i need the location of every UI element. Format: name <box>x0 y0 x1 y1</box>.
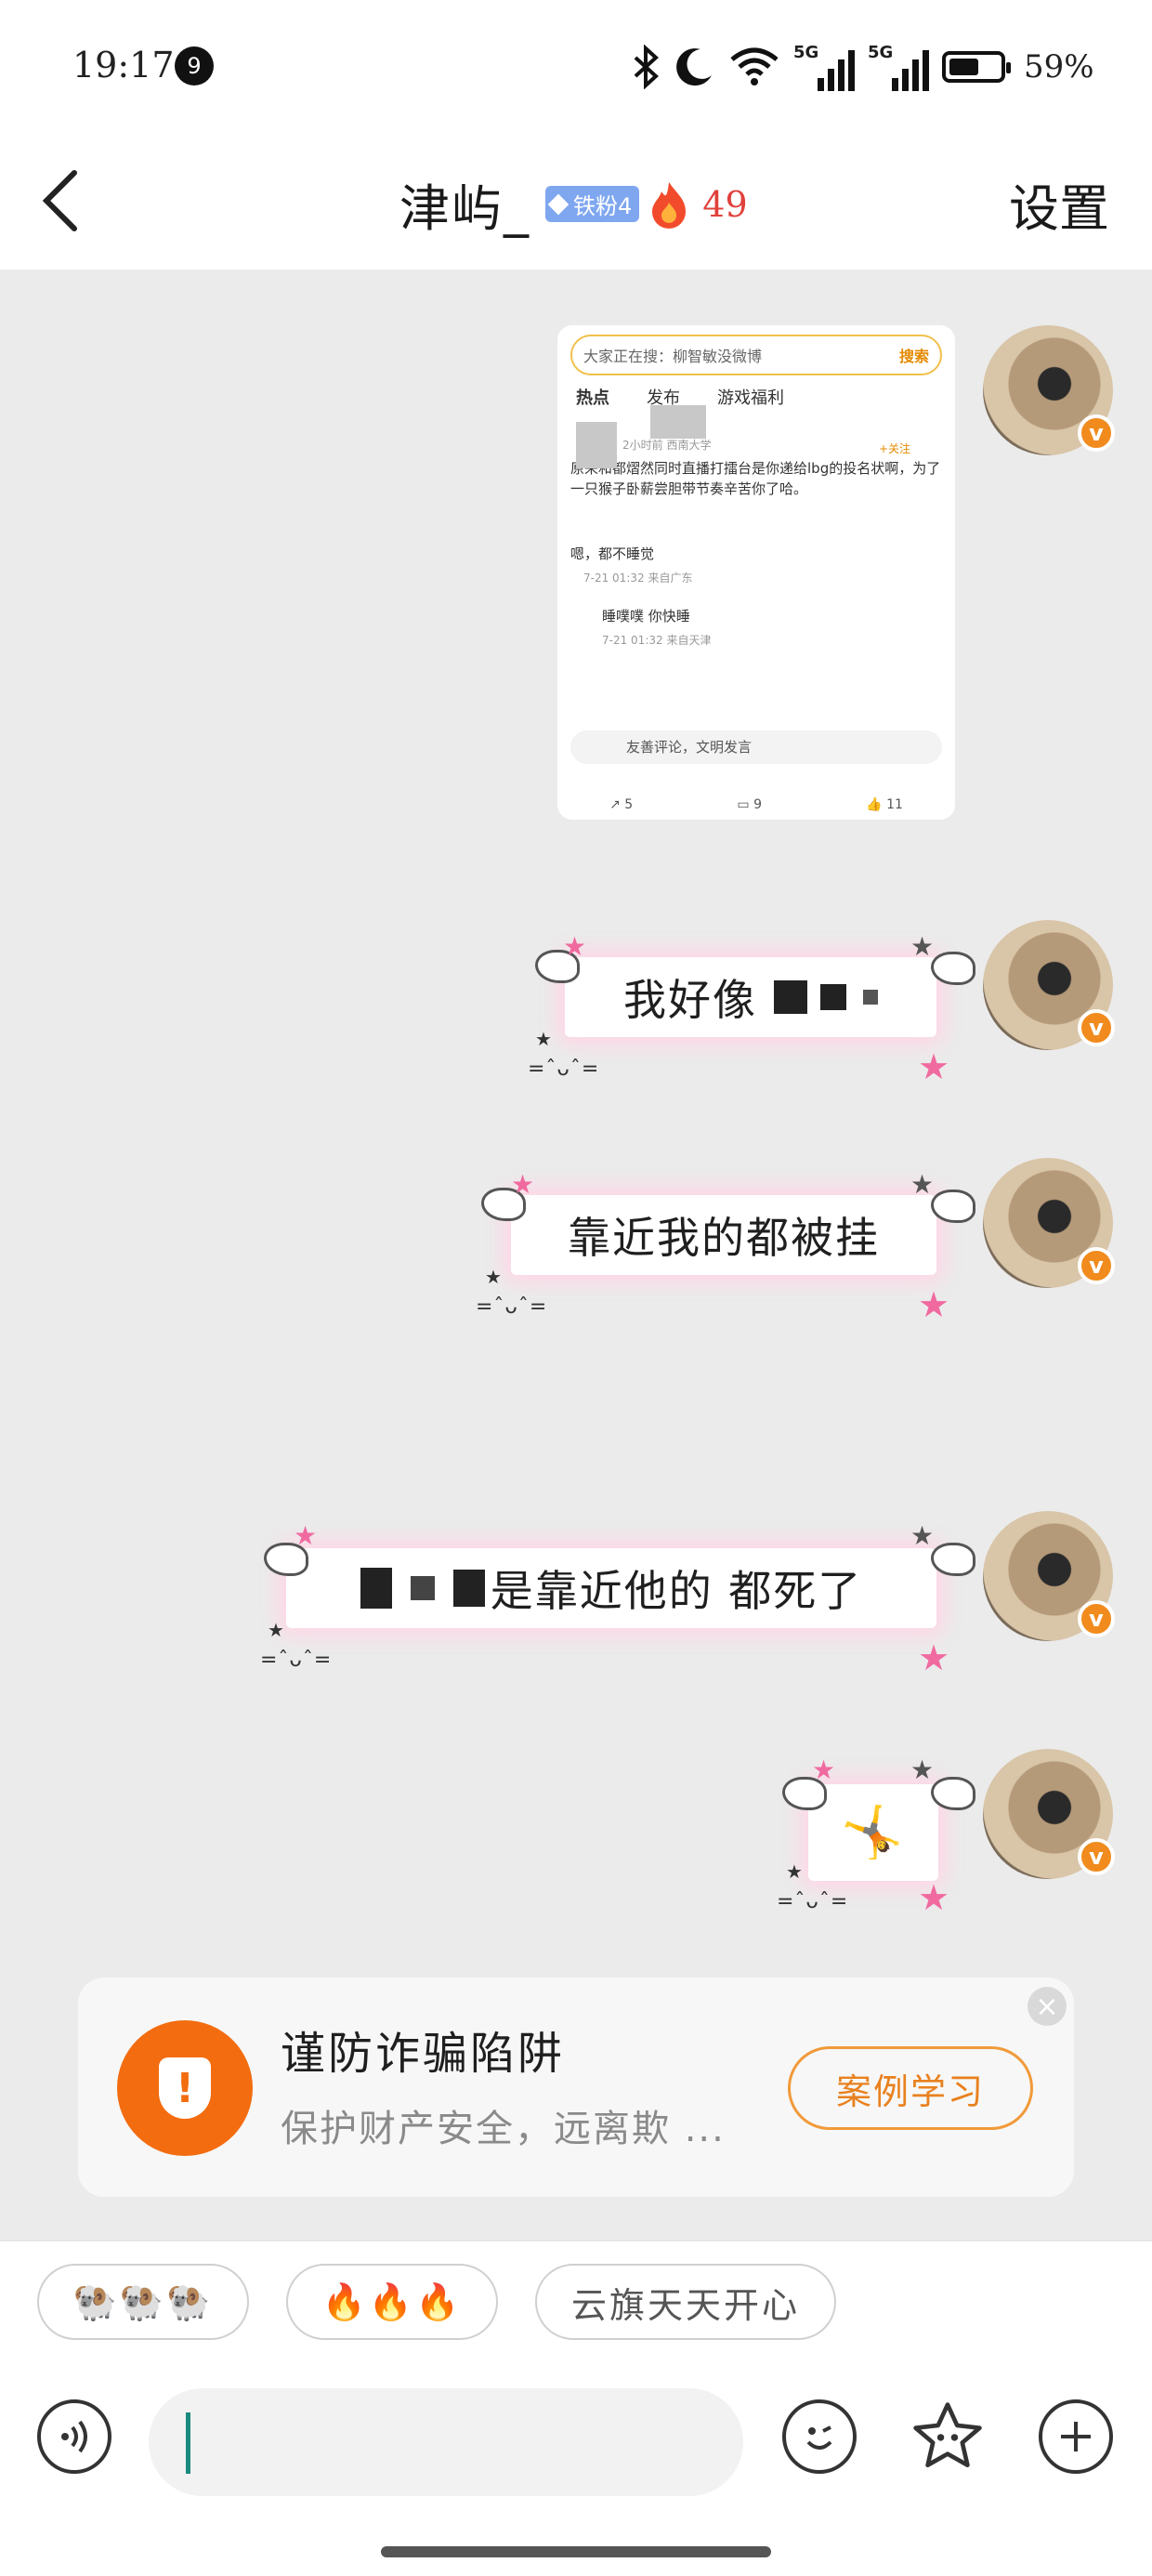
wing-decoration-icon <box>931 1777 975 1810</box>
do-not-disturb-moon-icon <box>676 48 712 86</box>
verified-icon: v <box>1078 1009 1115 1046</box>
home-indicator <box>381 2546 771 2557</box>
star-decoration-icon: ★ <box>535 1028 552 1050</box>
cellular-signal-2-icon: 5G <box>868 43 929 91</box>
fire-icon <box>652 181 687 229</box>
add-button[interactable] <box>1039 2399 1113 2474</box>
sticker-button[interactable] <box>910 2399 985 2474</box>
contact-name: 津屿_ <box>399 179 530 238</box>
sticker-icon <box>913 2402 982 2468</box>
embedded-action-bar: ↗ 5 ▭ 9 👍 11 <box>609 797 903 812</box>
shield-warning-icon: ! <box>117 2020 253 2156</box>
embedded-comment-2-meta: 7-21 01:32 来自天津 <box>602 634 712 647</box>
status-time: 19:17 <box>72 45 175 85</box>
verified-icon: v <box>1078 1247 1115 1284</box>
my-avatar[interactable]: v <box>983 325 1115 455</box>
fan-level-badge: 铁粉4 <box>545 186 640 222</box>
star-decoration-icon: ★ <box>918 1046 950 1087</box>
my-avatar[interactable]: v <box>983 920 1115 1050</box>
message-emoji: 🤸 <box>841 1803 906 1861</box>
text-message-bubble[interactable]: 我好像 <box>565 957 936 1037</box>
embedded-comment-input: 友善评论，文明发言 <box>570 730 942 764</box>
diamond-icon <box>547 193 569 215</box>
embedded-search-bar: 大家正在搜：柳智敏没微博 搜索 <box>570 335 942 375</box>
embedded-comment-2: 睡噗噗 你快睡 <box>602 608 690 624</box>
voice-button[interactable] <box>37 2399 111 2474</box>
star-decoration-icon: ★ <box>511 1169 535 1200</box>
embedded-follow: +关注 <box>878 442 910 455</box>
kaomoji-decoration: =ˆᴗˆ= <box>476 1295 548 1319</box>
fraud-warning-subtitle: 保护财产安全，远离欺 ... <box>281 2108 726 2150</box>
status-icons: 5G 5G 59% <box>632 37 1094 97</box>
back-button[interactable] <box>37 165 102 236</box>
add-icon <box>1061 2422 1091 2451</box>
quick-reply-chip[interactable]: 🔥🔥🔥 <box>286 2264 498 2340</box>
verified-icon: v <box>1078 1838 1115 1875</box>
kaomoji-decoration: =ˆᴗˆ= <box>260 1649 333 1672</box>
cellular-signal-1-icon: 5G <box>793 43 855 91</box>
message-input[interactable] <box>149 2388 743 2496</box>
fraud-warning-title: 谨防诈骗陷阱 <box>281 2028 566 2080</box>
bluetooth-icon <box>634 45 659 89</box>
star-decoration-icon: ★ <box>918 1877 950 1918</box>
battery-icon <box>942 51 1011 83</box>
wing-decoration-icon <box>931 952 975 985</box>
embedded-comment-1: 嗯，都不睡觉 <box>570 545 655 562</box>
verified-icon: v <box>1078 1600 1115 1637</box>
star-decoration-icon: ★ <box>910 1520 935 1551</box>
quick-reply-bar: 🐏🐏🐏 🔥🔥🔥 云旗天天开心 <box>0 2240 1152 2372</box>
verified-icon: v <box>1078 414 1115 452</box>
message-text: 是靠近他的 都死了 <box>490 1566 863 1616</box>
star-decoration-icon: ★ <box>910 1755 935 1785</box>
message-text: 我好像 <box>623 975 757 1025</box>
my-avatar[interactable]: v <box>983 1158 1115 1288</box>
status-bar: 19:17 9 5G 5G 59% <box>0 0 1152 130</box>
star-decoration-icon: ★ <box>910 931 935 962</box>
emoji-icon <box>806 2425 832 2450</box>
voice-icon <box>61 2420 87 2453</box>
text-cursor <box>186 2412 190 2474</box>
close-icon[interactable]: × <box>1028 1987 1067 2026</box>
embedded-comment-1-meta: 7-21 01:32 来自广东 <box>583 572 693 585</box>
text-message-bubble[interactable]: 是靠近他的 都死了 <box>286 1548 936 1628</box>
case-study-button[interactable]: 案例学习 <box>788 2046 1033 2130</box>
chat-messages[interactable]: v 大家正在搜：柳智敏没微博 搜索 热点 发布 游戏福利 2小时前 西南大学 +关注 … <box>0 269 1152 2240</box>
star-decoration-icon: ★ <box>786 1860 803 1883</box>
star-decoration-icon: ★ <box>485 1266 502 1288</box>
star-decoration-icon: ★ <box>294 1520 318 1551</box>
image-message[interactable]: 大家正在搜：柳智敏没微博 搜索 热点 发布 游戏福利 2小时前 西南大学 +关注 原来… <box>557 325 955 820</box>
embedded-tabs: 热点 发布 游戏福利 <box>576 388 784 408</box>
star-decoration-icon: ★ <box>812 1755 836 1785</box>
chat-title: 津屿_ 铁粉4 49 <box>399 167 748 241</box>
emoji-message-bubble[interactable]: 🤸 <box>808 1784 938 1881</box>
wing-decoration-icon <box>931 1543 975 1576</box>
embedded-post-text: 原来和都熠然同时直播打擂台是你递给lbg的投名状啊，为了一只猴子卧薪尝胆带节奏辛… <box>570 460 941 497</box>
star-decoration-icon: ★ <box>918 1284 950 1325</box>
my-avatar[interactable]: v <box>983 1511 1115 1641</box>
notification-badge: 9 <box>175 46 214 85</box>
star-decoration-icon: ★ <box>918 1637 950 1678</box>
text-message-bubble[interactable]: 靠近我的都被挂 <box>511 1195 936 1275</box>
back-arrow-icon <box>42 170 77 231</box>
fire-count: 49 <box>702 183 748 225</box>
emoji-button[interactable] <box>782 2399 857 2474</box>
wifi-icon <box>730 47 779 85</box>
kaomoji-decoration: =ˆᴗˆ= <box>528 1058 600 1081</box>
fan-badge-label: 铁粉4 <box>573 193 633 219</box>
chat-header: 津屿_ 铁粉4 49 设置 <box>0 130 1152 269</box>
star-decoration-icon: ★ <box>563 931 587 962</box>
wing-decoration-icon <box>931 1189 975 1223</box>
battery-percent: 59% <box>1024 48 1094 85</box>
message-text: 靠近我的都被挂 <box>568 1213 880 1263</box>
star-decoration-icon: ★ <box>910 1169 935 1200</box>
message-input-bar <box>0 2370 1152 2576</box>
fraud-warning-card: ! 谨防诈骗陷阱 保护财产安全，远离欺 ... 案例学习 × <box>78 1978 1074 2197</box>
kaomoji-decoration: =ˆᴗˆ= <box>777 1890 849 1913</box>
quick-reply-chip[interactable]: 🐏🐏🐏 <box>37 2264 249 2340</box>
my-avatar[interactable]: v <box>983 1749 1115 1879</box>
quick-reply-chip[interactable]: 云旗天天开心 <box>535 2264 836 2340</box>
settings-button[interactable]: 设置 <box>1009 167 1109 241</box>
star-decoration-icon: ★ <box>268 1619 284 1641</box>
